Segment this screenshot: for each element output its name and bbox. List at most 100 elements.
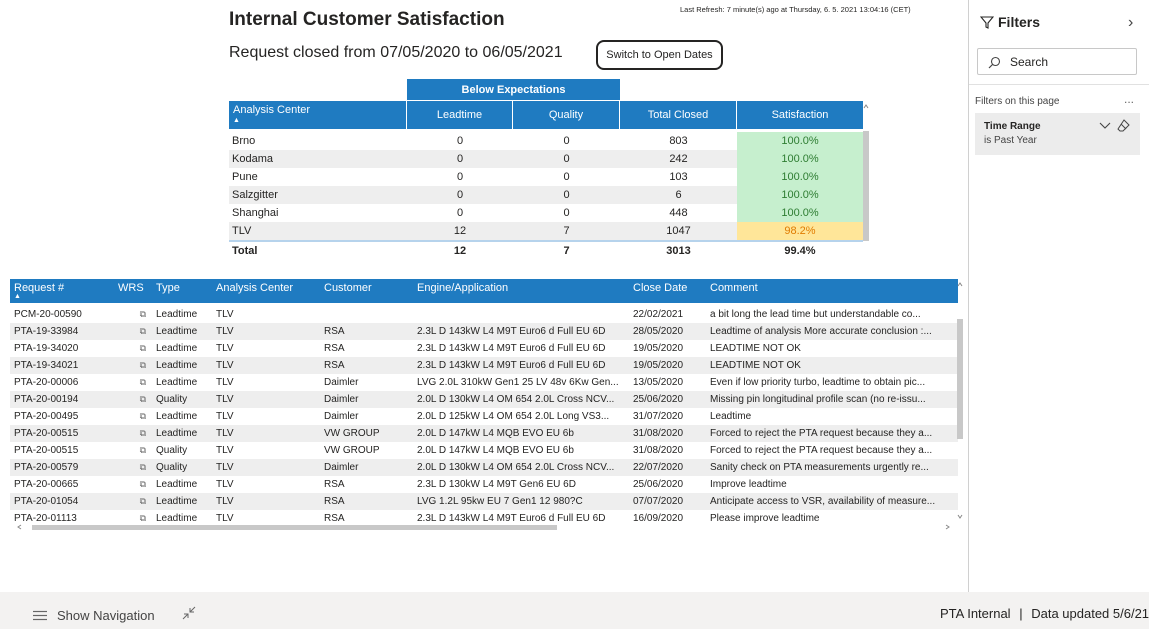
row-total-closed: 803 [669, 135, 688, 147]
wrs-link-icon[interactable]: ⧉ [115, 323, 152, 340]
detail-table-row[interactable]: ⧉ PTA-20-01054 Leadtime TLV RSA LVG 1.2L 95kw… [10, 493, 958, 510]
below-expectations-header: Below Expectations [407, 79, 620, 100]
row-satisfaction: 100.0% [737, 204, 863, 222]
filter-card-time-range[interactable]: Time Range is Past Year [975, 113, 1140, 155]
cell-customer [320, 306, 413, 323]
column-header-engine-application[interactable]: Engine/Application [413, 279, 629, 303]
wrs-link-icon[interactable]: ⧉ [115, 340, 152, 357]
detail-table-row[interactable]: ⧉ PTA-20-00515 Leadtime TLV VW GROUP 2.0L D 1… [10, 425, 958, 442]
column-header-analysis-center[interactable]: Analysis Center ▲ [229, 101, 407, 129]
wrs-link-icon[interactable]: ⧉ [115, 391, 152, 408]
summary-table-row[interactable]: Shanghai 0 0 448 100.0% [229, 204, 863, 222]
cell-analysis-center: TLV [216, 309, 234, 320]
cell-request: PTA-20-00579 [14, 462, 79, 473]
more-options-icon[interactable]: ... [1124, 92, 1134, 106]
cell-comment: Leadtime [710, 411, 752, 422]
column-header-request[interactable]: Request # ▲ [10, 279, 115, 303]
summary-table-row[interactable]: Pune 0 0 103 100.0% [229, 168, 863, 186]
cell-analysis-center: TLV [216, 462, 234, 473]
menu-icon[interactable] [33, 610, 47, 621]
wrs-link-icon[interactable]: ⧉ [115, 425, 152, 442]
cell-type: Quality [156, 462, 188, 473]
total-satisfaction: 99.4% [784, 245, 816, 257]
detail-table-row[interactable]: ⧉ PCM-20-00590 Leadtime TLV 22/02/2021 a bit … [10, 306, 958, 323]
wrs-link-icon[interactable]: ⧉ [115, 374, 152, 391]
wrs-link-icon[interactable]: ⧉ [115, 306, 152, 323]
detail-table-row[interactable]: ⧉ PTA-20-00665 Leadtime TLV RSA 2.3L D 130kW … [10, 476, 958, 493]
summary-total-row: Total 12 7 3013 99.4% [229, 240, 863, 260]
cell-request: PTA-19-33984 [14, 326, 79, 337]
wrs-link-icon[interactable]: ⧉ [115, 493, 152, 510]
cell-comment: Missing pin longitudinal profile scan (n… [710, 394, 926, 405]
subtitle-prefix: Request closed from [229, 44, 376, 61]
detail-table-row[interactable]: ⧉ PTA-20-00495 Leadtime TLV Daimler 2.0L D 12… [10, 408, 958, 425]
cell-type: Leadtime [156, 496, 198, 507]
detail-table-row[interactable]: ⧉ PTA-19-34020 Leadtime TLV RSA 2.3L D 143kW … [10, 340, 958, 357]
cell-comment: Sanity check on PTA measurements urgentl… [710, 462, 929, 473]
column-header-leadtime[interactable]: Leadtime [407, 101, 513, 129]
column-header-analysis-center[interactable]: Analysis Center [212, 279, 320, 303]
detail-table-row[interactable]: ⧉ PTA-19-33984 Leadtime TLV RSA 2.3L D 143kW … [10, 323, 958, 340]
filters-divider [969, 84, 1149, 85]
column-header-close-date[interactable]: Close Date [629, 279, 706, 303]
cell-comment: Anticipate access to VSR, availability o… [710, 496, 936, 507]
row-center: Salzgitter [232, 189, 278, 201]
filters-search-input[interactable]: Search [977, 48, 1137, 75]
row-quality: 0 [563, 135, 570, 147]
detail-table-row[interactable]: ⧉ PTA-20-00194 Quality TLV Daimler 2.0L D 130… [10, 391, 958, 408]
chevron-down-icon[interactable] [1099, 122, 1111, 130]
summary-table-row[interactable]: TLV 12 7 1047 98.2% [229, 222, 863, 240]
switch-to-open-dates-button[interactable]: Switch to Open Dates [596, 40, 723, 70]
wrs-link-icon[interactable]: ⧉ [115, 442, 152, 459]
cell-comment: Leadtime of analysis More accurate concl… [710, 326, 932, 337]
row-leadtime: 0 [456, 153, 464, 165]
wrs-link-icon[interactable]: ⧉ [115, 459, 152, 476]
filters-title: Filters [998, 14, 1041, 30]
collapse-filters-chevron-icon[interactable]: › [1128, 14, 1133, 32]
column-header-customer[interactable]: Customer [320, 279, 413, 303]
column-header-satisfaction[interactable]: Satisfaction [737, 101, 863, 129]
subtitle-to: to [464, 44, 479, 61]
wrs-link-icon[interactable]: ⧉ [115, 408, 152, 425]
collapse-arrows-icon[interactable] [182, 606, 196, 620]
column-header-total-closed[interactable]: Total Closed [620, 101, 737, 129]
detail-table-row[interactable]: ⧉ PTA-20-00515 Quality TLV VW GROUP 2.0L D 14… [10, 442, 958, 459]
cell-analysis-center: TLV [216, 343, 234, 354]
wrs-link-icon[interactable]: ⧉ [115, 476, 152, 493]
cell-customer: Daimler [324, 394, 359, 405]
detail-horizontal-scrollbar[interactable] [14, 523, 954, 531]
cell-comment: Forced to reject the PTA request because… [710, 445, 933, 456]
cell-request: PTA-20-00006 [14, 377, 79, 388]
summary-table-row[interactable]: Salzgitter 0 0 6 100.0% [229, 186, 863, 204]
eraser-icon[interactable] [1117, 119, 1130, 132]
row-quality: 0 [563, 207, 570, 219]
sort-ascending-icon: ▲ [233, 117, 240, 124]
detail-vertical-scrollbar[interactable] [956, 279, 964, 524]
cell-customer: VW GROUP [324, 428, 380, 439]
filter-card-name: Time Range [984, 121, 1041, 132]
summary-vertical-scrollbar[interactable] [862, 101, 870, 249]
detail-table-row[interactable]: ⧉ PTA-20-00579 Quality TLV Daimler 2.0L D 130… [10, 459, 958, 476]
cell-close-date: 31/08/2020 [633, 445, 684, 456]
column-header-comment[interactable]: Comment [706, 279, 958, 303]
row-quality: 0 [563, 189, 570, 201]
total-leadtime: 12 [453, 245, 467, 257]
wrs-link-icon[interactable]: ⧉ [115, 357, 152, 374]
column-header-type[interactable]: Type [152, 279, 212, 303]
cell-comment: LEADTIME NOT OK [710, 360, 801, 371]
row-center: TLV [232, 225, 252, 237]
detail-table-row[interactable]: ⧉ PTA-20-00006 Leadtime TLV Daimler LVG 2.0L … [10, 374, 958, 391]
cell-comment: Forced to reject the PTA request because… [710, 428, 933, 439]
cell-customer: VW GROUP [324, 445, 380, 456]
summary-table-row[interactable]: Brno 0 0 803 100.0% [229, 132, 863, 150]
row-total-closed: 242 [669, 153, 688, 165]
report-name: PTA Internal [940, 606, 1011, 621]
cell-request: PTA-20-00665 [14, 479, 79, 490]
detail-table-row[interactable]: ⧉ PTA-19-34021 Leadtime TLV RSA 2.3L D 143kW … [10, 357, 958, 374]
column-header-quality[interactable]: Quality [513, 101, 620, 129]
show-navigation-button[interactable]: Show Navigation [57, 608, 155, 623]
column-header-wrs[interactable]: WRS [115, 279, 152, 303]
cell-close-date: 07/07/2020 [633, 496, 684, 507]
summary-table-row[interactable]: Kodama 0 0 242 100.0% [229, 150, 863, 168]
cell-engine-application [413, 306, 629, 323]
